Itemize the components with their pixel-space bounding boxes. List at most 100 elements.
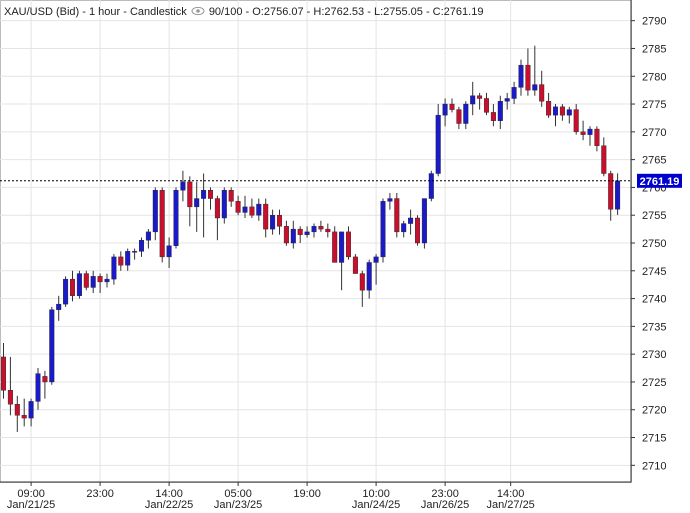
- candle[interactable]: [415, 215, 421, 246]
- candle[interactable]: [49, 306, 55, 385]
- candle[interactable]: [145, 229, 151, 249]
- candle[interactable]: [352, 254, 358, 274]
- candle[interactable]: [587, 126, 593, 146]
- candle[interactable]: [359, 270, 365, 307]
- candle[interactable]: [263, 198, 269, 238]
- candle[interactable]: [608, 170, 614, 221]
- candle[interactable]: [497, 95, 503, 130]
- candle[interactable]: [325, 223, 331, 238]
- candle[interactable]: [339, 231, 345, 291]
- candle[interactable]: [470, 81, 476, 116]
- candle[interactable]: [221, 187, 227, 224]
- candle-body: [125, 251, 131, 266]
- candle[interactable]: [201, 173, 207, 238]
- candle[interactable]: [401, 220, 407, 238]
- candle[interactable]: [159, 187, 165, 263]
- candle[interactable]: [249, 198, 255, 218]
- candle[interactable]: [111, 254, 117, 285]
- candle[interactable]: [573, 104, 579, 135]
- candle[interactable]: [477, 92, 483, 110]
- candle[interactable]: [297, 226, 303, 243]
- candle[interactable]: [270, 209, 276, 235]
- candle[interactable]: [318, 220, 324, 232]
- x-date-label: Jan/24/25: [352, 499, 400, 508]
- candle[interactable]: [256, 198, 262, 221]
- candle[interactable]: [408, 209, 414, 235]
- candle[interactable]: [69, 270, 75, 302]
- candle[interactable]: [35, 368, 41, 410]
- candle[interactable]: [601, 137, 607, 177]
- candle[interactable]: [463, 101, 469, 130]
- candle[interactable]: [518, 59, 524, 96]
- candle[interactable]: [290, 220, 296, 249]
- candle[interactable]: [277, 209, 283, 235]
- candle[interactable]: [525, 48, 531, 96]
- candle[interactable]: [152, 187, 158, 241]
- candle[interactable]: [132, 248, 138, 260]
- candle[interactable]: [484, 92, 490, 116]
- low-value: L:2755.05: [373, 6, 423, 18]
- candle-body: [394, 198, 400, 233]
- candle[interactable]: [63, 276, 69, 307]
- candle[interactable]: [594, 126, 600, 152]
- candle[interactable]: [187, 176, 193, 227]
- candle[interactable]: [83, 270, 89, 291]
- candle[interactable]: [1, 343, 6, 399]
- candle[interactable]: [566, 106, 572, 124]
- candle[interactable]: [173, 187, 179, 249]
- candle[interactable]: [490, 104, 496, 127]
- candle[interactable]: [511, 81, 517, 105]
- candle[interactable]: [442, 98, 448, 127]
- candle[interactable]: [456, 106, 462, 130]
- candle[interactable]: [235, 195, 241, 216]
- candle[interactable]: [104, 273, 110, 288]
- candle[interactable]: [428, 170, 434, 202]
- x-date-label: Jan/23/25: [214, 499, 262, 508]
- candle[interactable]: [373, 254, 379, 285]
- candle[interactable]: [28, 398, 34, 427]
- candle[interactable]: [504, 92, 510, 110]
- candle[interactable]: [346, 226, 352, 260]
- candle[interactable]: [304, 226, 310, 238]
- header-sep: -: [120, 6, 130, 18]
- candle[interactable]: [615, 173, 621, 215]
- candle[interactable]: [449, 98, 455, 113]
- candle[interactable]: [283, 220, 289, 246]
- candle[interactable]: [118, 251, 124, 271]
- candle[interactable]: [56, 295, 62, 321]
- candle[interactable]: [97, 273, 103, 294]
- candle[interactable]: [580, 120, 586, 141]
- candle[interactable]: [366, 259, 372, 299]
- candle[interactable]: [435, 104, 441, 177]
- candle[interactable]: [242, 195, 248, 218]
- candle[interactable]: [553, 104, 559, 127]
- candle[interactable]: [125, 248, 131, 271]
- candle[interactable]: [138, 237, 144, 257]
- candle[interactable]: [207, 187, 213, 210]
- candle[interactable]: [332, 226, 338, 263]
- candlestick-chart[interactable]: 2710 2715 2720 2725 2730 2735 2740 2745 2750 2755…: [0, 0, 690, 511]
- candle[interactable]: [387, 192, 393, 210]
- candle[interactable]: [559, 104, 565, 121]
- candle[interactable]: [180, 170, 186, 202]
- candle[interactable]: [311, 223, 317, 238]
- candle[interactable]: [194, 181, 200, 232]
- candle[interactable]: [21, 398, 27, 427]
- candle[interactable]: [421, 198, 427, 249]
- eye-icon[interactable]: [191, 6, 205, 19]
- candle[interactable]: [380, 198, 386, 263]
- candle-body: [270, 215, 276, 230]
- candle-body: [408, 217, 414, 224]
- candle[interactable]: [76, 270, 82, 299]
- candle[interactable]: [166, 237, 172, 269]
- candle[interactable]: [228, 187, 234, 207]
- candle[interactable]: [214, 195, 220, 241]
- candle-body: [83, 273, 89, 288]
- candle[interactable]: [14, 395, 20, 432]
- candle[interactable]: [90, 270, 96, 294]
- candle[interactable]: [7, 356, 13, 416]
- candle[interactable]: [546, 92, 552, 118]
- candle[interactable]: [394, 192, 400, 238]
- candle[interactable]: [532, 45, 538, 96]
- candle[interactable]: [42, 370, 48, 399]
